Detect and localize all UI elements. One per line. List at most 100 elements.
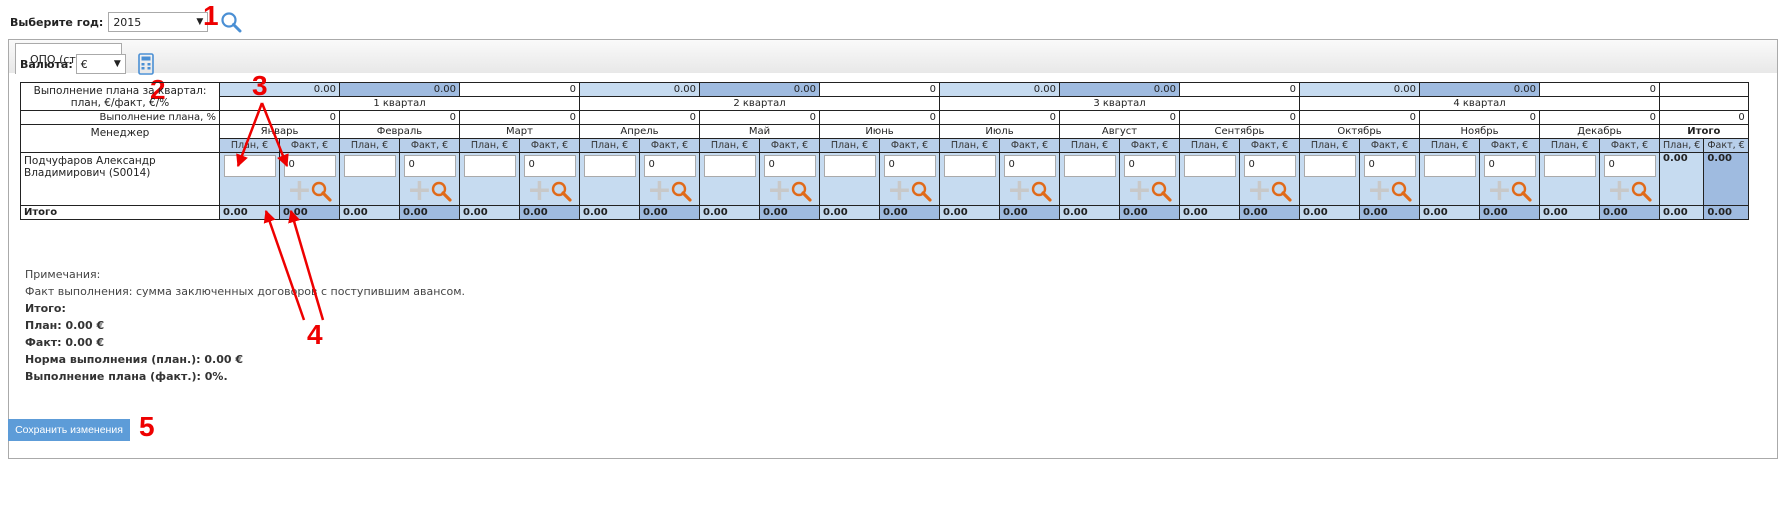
row-total-fact: 0.00 [1703,152,1749,206]
footer-fact-value: 0.00 [399,205,460,220]
footer-plan-value: 0.00 [819,205,880,220]
currency-select[interactable]: € ▼ [75,54,126,74]
plan-input[interactable] [1183,155,1236,177]
search-icon[interactable] [1150,180,1172,202]
notes-total: Итого: [25,302,66,315]
search-icon[interactable] [670,180,692,202]
plus-icon[interactable]: + [287,176,312,205]
search-icon[interactable] [1510,180,1532,202]
fact-actions: + [641,176,699,205]
search-icon[interactable] [910,180,932,202]
search-icon[interactable] [1390,180,1412,202]
notes-title: Примечания: [25,268,101,281]
year-value: 2015 [113,15,142,29]
plan-input-cell[interactable] [1299,152,1360,206]
quarter-fact-value: 0.00 [339,82,460,97]
search-icon[interactable] [1030,180,1052,202]
fact-input-cell[interactable]: 0 + [279,152,340,206]
plan-input-cell[interactable] [1419,152,1480,206]
month-name: Декабрь [1539,124,1660,139]
fact-input-cell[interactable]: 0 + [759,152,820,206]
blank-action [1061,177,1119,205]
blank-action [821,177,879,205]
plan-table: Выполнение плана за квартал: план, €/фак… [20,82,1749,220]
plan-input-cell[interactable] [219,152,280,206]
plan-input[interactable] [463,155,516,177]
fact-input-cell[interactable]: 0 + [639,152,700,206]
plan-input[interactable] [823,155,876,177]
fact-input-cell[interactable]: 0 + [1479,152,1540,206]
fact-header: Факт, € [399,138,460,153]
plan-input-cell[interactable] [459,152,520,206]
plus-icon[interactable]: + [527,176,552,205]
quarter-name: 3 квартал [939,96,1300,111]
plus-icon[interactable]: + [1247,176,1272,205]
search-icon[interactable] [1270,180,1292,202]
plan-input-cell[interactable] [1179,152,1240,206]
plan-input[interactable] [1423,155,1476,177]
plus-icon[interactable]: + [887,176,912,205]
search-icon[interactable] [430,180,452,202]
blank-action [461,177,519,205]
footer-fact-value: 0.00 [639,205,700,220]
plus-icon[interactable]: + [407,176,432,205]
row-total-plan: 0.00 [1658,152,1705,206]
plus-icon[interactable]: + [1607,176,1632,205]
plan-input[interactable] [1063,155,1116,177]
fact-input-cell[interactable]: 0 + [1359,152,1420,206]
fact-header: Факт, € [1119,138,1180,153]
plan-input-cell[interactable] [579,152,640,206]
footer-total-label: Итого [20,205,220,220]
plan-input-cell[interactable] [939,152,1000,206]
fact-input-cell[interactable]: 0 + [1239,152,1300,206]
search-icon[interactable] [550,180,572,202]
footer-plan-value: 0.00 [939,205,1000,220]
quarter-plan-value: 0.00 [579,82,700,97]
fact-input-cell[interactable]: 0 + [1119,152,1180,206]
plan-input[interactable] [1543,155,1596,177]
fact-input-cell[interactable]: 0 + [399,152,460,206]
annotation-5: 5 [139,411,155,442]
notes-exec: Выполнение плана (факт.): 0%. [25,370,228,383]
plan-input[interactable] [343,155,396,177]
fact-input-cell[interactable]: 0 + [999,152,1060,206]
year-select[interactable]: 2015 ▼ [108,12,209,32]
fact-actions: + [881,176,939,205]
plus-icon[interactable]: + [1127,176,1152,205]
plan-header: План, € [1299,138,1360,153]
plan-input[interactable] [703,155,756,177]
search-icon[interactable] [310,180,332,202]
plus-icon[interactable]: + [647,176,672,205]
plan-input-cell[interactable] [1539,152,1600,206]
fact-input-cell[interactable]: 0 + [1599,152,1660,206]
plan-input[interactable] [943,155,996,177]
plus-icon[interactable]: + [1007,176,1032,205]
search-icon[interactable] [790,180,812,202]
plan-header: План, € [939,138,1000,153]
footer-plan-value: 0.00 [699,205,760,220]
month-pct-value: 0 [699,110,820,125]
plan-input-cell[interactable] [339,152,400,206]
blank-cell [1659,96,1749,111]
search-icon[interactable] [1630,180,1652,202]
save-button[interactable]: Сохранить изменения [8,419,130,441]
quarter-plan-value: 0.00 [939,82,1060,97]
plan-input[interactable] [1303,155,1356,177]
pct-label: Выполнение плана, % [20,110,220,125]
plan-input-cell[interactable] [699,152,760,206]
month-name: Январь [219,124,340,139]
plus-icon[interactable]: + [1487,176,1512,205]
search-icon[interactable] [220,11,242,33]
fact-input-cell[interactable]: 0 + [879,152,940,206]
plus-icon[interactable]: + [1367,176,1392,205]
plan-input[interactable] [223,155,276,177]
plan-input-cell[interactable] [1059,152,1120,206]
plan-input[interactable] [583,155,636,177]
quarter-plan-value: 0.00 [219,82,340,97]
footer-plan-value: 0.00 [459,205,520,220]
fact-input-cell[interactable]: 0 + [519,152,580,206]
calculator-icon[interactable] [137,53,154,75]
quarter-name-row: 1 квартал 2 квартал 3 квартал 4 квартал [21,96,1749,111]
plus-icon[interactable]: + [767,176,792,205]
plan-input-cell[interactable] [819,152,880,206]
